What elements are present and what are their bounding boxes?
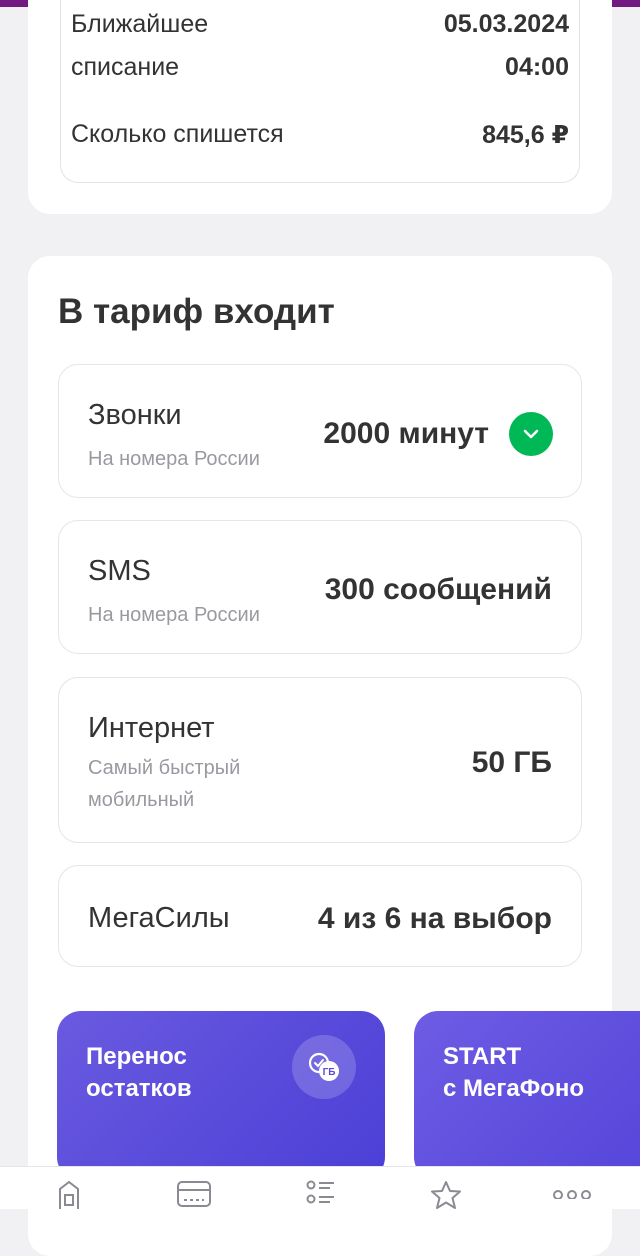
feature-value: 300 сообщений — [324, 573, 552, 606]
feature-value: 4 из 6 на выбор — [317, 902, 552, 935]
amount-value: 845,6 ₽ — [482, 121, 569, 149]
promo-title: START с МегаФоно — [443, 1043, 584, 1102]
services-icon[interactable] — [300, 1179, 340, 1210]
feature-sub: На номера России — [88, 448, 260, 470]
feature-name: МегаСилы — [88, 902, 230, 934]
payment-card: Ближайшее списание 05.03.2024 04:00 Скол… — [28, 0, 612, 214]
feature-sms[interactable]: SMS На номера России 300 сообщений — [58, 520, 582, 654]
more-icon[interactable] — [552, 1179, 592, 1210]
bottom-nav — [0, 1166, 640, 1209]
feature-sub: На номера России — [88, 604, 260, 626]
gb-transfer-icon: ГБ — [292, 1035, 356, 1099]
chevron-down-icon[interactable] — [509, 412, 553, 456]
home-icon[interactable] — [49, 1179, 89, 1210]
feature-value: 2000 минут — [323, 417, 489, 450]
tariff-title: В тариф входит — [58, 292, 335, 331]
next-charge-label: Ближайшее списание — [71, 10, 209, 81]
svg-text:ГБ: ГБ — [323, 1067, 336, 1078]
payments-icon[interactable] — [174, 1179, 214, 1210]
feature-sub: Самый быстрый мобильный — [88, 757, 241, 811]
feature-name: SMS — [88, 555, 151, 587]
feature-name: Звонки — [88, 399, 182, 431]
feature-value: 50 ГБ — [471, 746, 552, 779]
payment-info-box: Ближайшее списание 05.03.2024 04:00 Скол… — [60, 0, 580, 183]
promo-title: Перенос остатков — [86, 1043, 192, 1102]
next-charge-value: 05.03.2024 04:00 — [443, 10, 569, 81]
promo-card-transfer[interactable]: Перенос остатков ГБ — [57, 1011, 385, 1181]
feature-name: Интернет — [88, 712, 215, 744]
amount-label: Сколько спишется — [71, 120, 284, 148]
feature-megasily[interactable]: МегаСилы 4 из 6 на выбор — [58, 865, 582, 967]
feature-internet[interactable]: Интернет Самый быстрый мобильный 50 ГБ — [58, 677, 582, 843]
promo-card-start[interactable]: START с МегаФоно — [414, 1011, 640, 1181]
feature-calls[interactable]: Звонки На номера России 2000 минут — [58, 364, 582, 498]
favorites-icon[interactable] — [426, 1179, 466, 1210]
